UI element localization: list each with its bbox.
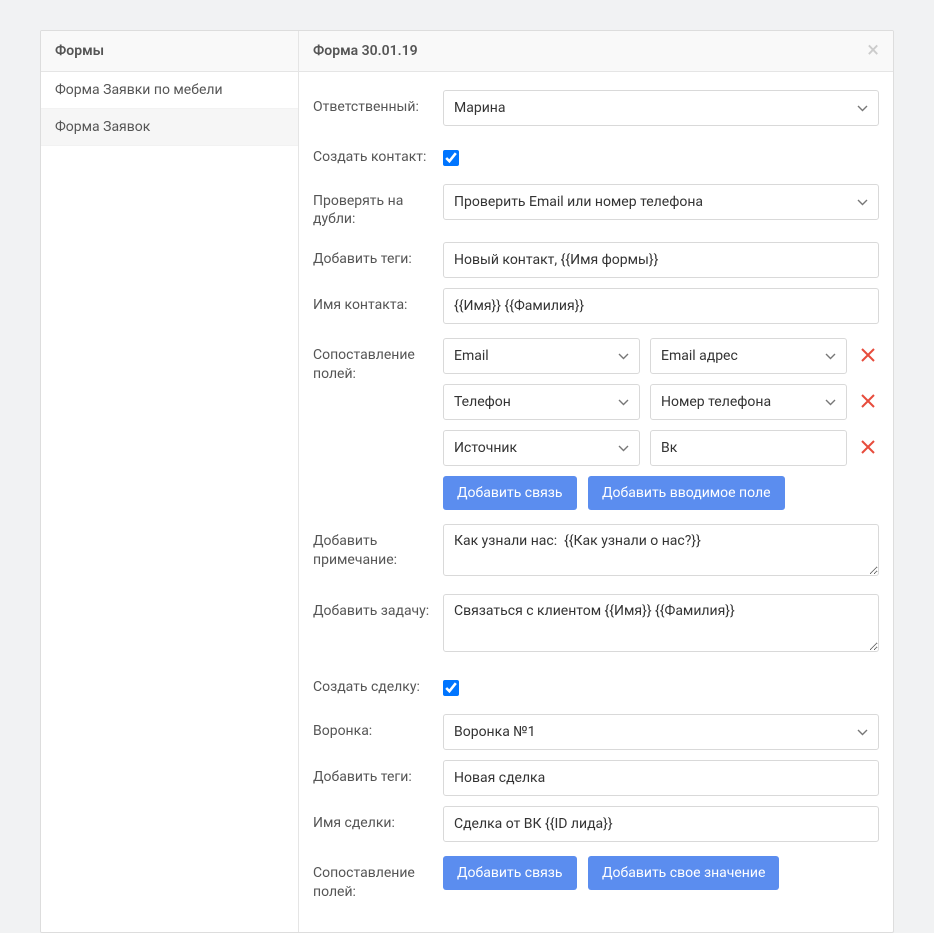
- add-link-button[interactable]: Добавить связь: [443, 476, 577, 510]
- mapping-left-select[interactable]: Источник: [443, 430, 640, 466]
- contact-name-label: Имя контакта:: [313, 288, 443, 314]
- remove-mapping-icon[interactable]: [857, 436, 879, 460]
- chevron-down-icon: [825, 353, 836, 360]
- create-contact-label: Создать контакт:: [313, 140, 443, 166]
- remove-mapping-icon[interactable]: [857, 390, 879, 414]
- deal-name-input[interactable]: [443, 806, 879, 842]
- mapping-left-value: Источник: [454, 440, 517, 456]
- sidebar-item-requests-form[interactable]: Форма Заявок: [41, 109, 298, 146]
- panel-header: Формы Форма 30.01.19 ×: [41, 31, 893, 72]
- mapping-right-value: Email адрес: [661, 348, 738, 364]
- mapping-row: Email Email адрес: [443, 338, 879, 374]
- close-icon[interactable]: ×: [867, 44, 879, 58]
- mapping-right-value: Номер телефона: [661, 394, 771, 410]
- chevron-down-icon: [857, 199, 868, 206]
- deal-add-link-button[interactable]: Добавить связь: [443, 856, 577, 890]
- responsible-value: Марина: [454, 100, 505, 116]
- mapping-label: Сопоставление полей:: [313, 338, 443, 382]
- mapping-row: Источник: [443, 430, 879, 466]
- forms-panel: Формы Форма 30.01.19 × Форма Заявки по м…: [40, 30, 894, 933]
- chevron-down-icon: [618, 353, 629, 360]
- sidebar-item-label: Форма Заявки по мебели: [55, 82, 223, 98]
- mapping-right-select[interactable]: Номер телефона: [650, 384, 847, 420]
- add-note-label: Добавить примечание:: [313, 524, 443, 568]
- deal-name-label: Имя сделки:: [313, 806, 443, 832]
- mapping-right-select[interactable]: Email адрес: [650, 338, 847, 374]
- add-task-textarea[interactable]: [443, 594, 879, 652]
- remove-mapping-icon[interactable]: [857, 344, 879, 368]
- chevron-down-icon: [857, 105, 868, 112]
- create-contact-checkbox[interactable]: [443, 150, 459, 166]
- mapping-row: Телефон Номер телефона: [443, 384, 879, 420]
- add-tags-label: Добавить теги:: [313, 242, 443, 268]
- chevron-down-icon: [618, 445, 629, 452]
- mapping-left-select[interactable]: Email: [443, 338, 640, 374]
- funnel-label: Воронка:: [313, 714, 443, 740]
- sidebar: Форма Заявки по мебели Форма Заявок: [41, 72, 299, 932]
- funnel-select[interactable]: Воронка №1: [443, 714, 879, 750]
- funnel-value: Воронка №1: [454, 724, 536, 740]
- check-dupes-value: Проверить Email или номер телефона: [454, 194, 703, 210]
- panel-body: Форма Заявки по мебели Форма Заявок Отве…: [41, 72, 893, 932]
- contact-name-input[interactable]: [443, 288, 879, 324]
- responsible-select[interactable]: Марина: [443, 90, 879, 126]
- deal-add-value-button[interactable]: Добавить свое значение: [588, 856, 779, 890]
- add-tags-input[interactable]: [443, 242, 879, 278]
- check-dupes-label: Проверять на дубли:: [313, 184, 443, 228]
- add-note-textarea[interactable]: [443, 524, 879, 576]
- create-deal-label: Создать сделку:: [313, 670, 443, 696]
- mapping-left-select[interactable]: Телефон: [443, 384, 640, 420]
- responsible-label: Ответственный:: [313, 90, 443, 116]
- check-dupes-select[interactable]: Проверить Email или номер телефона: [443, 184, 879, 220]
- deal-tags-label: Добавить теги:: [313, 760, 443, 786]
- create-deal-checkbox[interactable]: [443, 680, 459, 696]
- header-right-title: Форма 30.01.19: [313, 43, 418, 59]
- form-main: Ответственный: Марина Создать контакт:: [299, 72, 893, 932]
- chevron-down-icon: [618, 399, 629, 406]
- chevron-down-icon: [857, 729, 868, 736]
- sidebar-item-furniture-form[interactable]: Форма Заявки по мебели: [41, 72, 298, 109]
- mapping-left-value: Email: [454, 348, 489, 364]
- header-left-title: Формы: [41, 31, 299, 71]
- sidebar-item-label: Форма Заявок: [55, 119, 150, 135]
- add-input-field-button[interactable]: Добавить вводимое поле: [588, 476, 785, 510]
- chevron-down-icon: [825, 399, 836, 406]
- mapping-right-input[interactable]: [650, 430, 847, 466]
- header-right: Форма 30.01.19 ×: [299, 31, 893, 71]
- add-task-label: Добавить задачу:: [313, 594, 443, 620]
- mapping-left-value: Телефон: [454, 394, 511, 410]
- deal-mapping-label: Сопоставление полей:: [313, 856, 443, 900]
- mapping-buttons: Добавить связь Добавить вводимое поле: [443, 476, 879, 510]
- deal-tags-input[interactable]: [443, 760, 879, 796]
